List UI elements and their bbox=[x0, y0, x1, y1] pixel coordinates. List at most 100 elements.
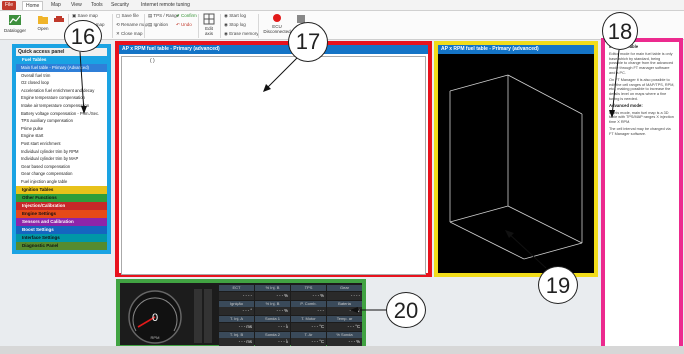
map-editor-panel: AP x RPM fuel table - Primary (advanced)… bbox=[115, 41, 432, 277]
ribbon-toolbar: Datalogger Open ▣ Save map ▣ Rename map … bbox=[0, 11, 684, 40]
sensor-value: - - - V bbox=[327, 307, 362, 315]
category-diagnostic[interactable]: Diagnostic Panel bbox=[16, 241, 107, 250]
datalogger-button[interactable]: Datalogger bbox=[3, 13, 27, 33]
3d-map-view[interactable]: AP x RPM fuel table - Primary (advanced) bbox=[434, 41, 598, 277]
sensor-label: T. Inj. B bbox=[219, 331, 254, 338]
help-paragraph: On FT Manager it is also possible to edi… bbox=[609, 77, 675, 101]
confirm-button[interactable]: ✔ Confirm bbox=[176, 13, 197, 19]
gauge-unit: RPM bbox=[151, 335, 160, 340]
save-file-button[interactable]: ▢ Save file bbox=[116, 13, 139, 19]
bar-meters bbox=[194, 289, 212, 343]
sensor-label: Sonda 1 bbox=[255, 316, 290, 322]
car-icon bbox=[54, 16, 64, 22]
close-button[interactable]: ✕ Close map bbox=[116, 31, 143, 37]
ribbon-separator bbox=[144, 14, 145, 38]
tab-security[interactable]: Security bbox=[108, 1, 132, 10]
3d-view-title: AP x RPM fuel table - Primary (advanced) bbox=[438, 45, 594, 54]
category-interface[interactable]: Interface Settings bbox=[16, 233, 107, 242]
editor-title: AP x RPM fuel table - Primary (advanced) bbox=[119, 45, 428, 54]
callout-16: 16 bbox=[64, 20, 102, 52]
vehicles-button[interactable] bbox=[52, 13, 66, 26]
list-item[interactable]: Post start enrichment bbox=[16, 140, 107, 148]
bar-meter bbox=[194, 289, 202, 343]
list-item[interactable]: Engine temperature compensation bbox=[16, 94, 107, 102]
sensor-label: ECT bbox=[219, 285, 254, 291]
category-boost[interactable]: Boost Settings bbox=[16, 225, 107, 234]
quick-access-panel: Quick access panel Fuel Tables Main fuel… bbox=[12, 44, 111, 254]
sensor-value: - - - % bbox=[255, 291, 290, 300]
tab-file[interactable]: File bbox=[2, 1, 17, 10]
category-other-functions[interactable]: Other Functions bbox=[16, 193, 107, 202]
sensor-label: Temp. ar bbox=[327, 316, 362, 322]
tab-map[interactable]: Map bbox=[48, 1, 64, 10]
tab-remote-tuning[interactable]: Internet remote tuning bbox=[138, 1, 193, 10]
sensor-label: % Sonda bbox=[327, 331, 362, 338]
category-injection[interactable]: Injection/Calibration bbox=[16, 201, 107, 210]
list-item[interactable]: Engine start bbox=[16, 132, 107, 140]
tps-range-button[interactable]: ▤ TPS / Range bbox=[148, 13, 179, 19]
list-item[interactable]: Individual cylinder trim by RPM bbox=[16, 148, 107, 156]
category-fuel-tables[interactable]: Fuel Tables bbox=[16, 56, 107, 64]
list-item[interactable]: Main fuel table - Primary (Advanced) bbox=[16, 64, 107, 72]
category-engine-settings[interactable]: Engine Settings bbox=[16, 209, 107, 218]
ecu-status-dot-icon bbox=[273, 14, 281, 22]
sensor-grid: ECT - - - -% Inj. B- - - % TPS - - - % Gear -… bbox=[219, 285, 362, 347]
tab-view[interactable]: View bbox=[68, 1, 85, 10]
gauge-value: 0 bbox=[152, 312, 158, 324]
sensor-value: - - - % bbox=[327, 338, 362, 346]
sensor-label: T. Motor bbox=[291, 316, 326, 322]
start-log-button[interactable]: ◉ Start log bbox=[224, 13, 246, 19]
axis-line bbox=[523, 242, 583, 260]
sensor-value: - - - ° bbox=[219, 307, 254, 315]
sensor-value: - - - - bbox=[327, 291, 362, 300]
edit-axis-button[interactable]: Edit axis bbox=[201, 13, 217, 36]
ribbon-tabstrip: File Home Map View Tools Security Intern… bbox=[0, 0, 684, 11]
help-paragraph: In this mode, main fuel map is a 3D tabl… bbox=[609, 110, 674, 125]
sensor-label: Ignição bbox=[219, 300, 254, 307]
list-item[interactable]: Individual cylinder trim by MAP bbox=[16, 155, 107, 163]
tab-tools[interactable]: Tools bbox=[88, 1, 106, 10]
sensor-value: - - - % bbox=[291, 291, 326, 300]
ecu-status-button[interactable]: ECU Disconnected bbox=[262, 13, 292, 34]
callout-19: 19 bbox=[538, 266, 578, 304]
ft-manager-window: File Home Map View Tools Security Intern… bbox=[0, 0, 684, 354]
list-item[interactable]: Acceleration fuel enrichment and decay bbox=[16, 87, 107, 95]
map-table-area[interactable]: ( ) bbox=[121, 56, 426, 275]
tab-home[interactable]: Home bbox=[22, 1, 44, 10]
axis-line bbox=[449, 74, 509, 92]
list-item[interactable]: TPS auxiliary compensation bbox=[16, 117, 107, 125]
list-item[interactable]: O2 closed loop bbox=[16, 79, 107, 87]
sensor-label: TPS bbox=[291, 285, 326, 291]
sensor-value: - - - °C bbox=[291, 322, 326, 331]
sensor-value: - - - λ bbox=[255, 322, 290, 331]
ignition-button[interactable]: ▤ Ignition bbox=[148, 22, 168, 28]
sensor-label: T. Ar bbox=[291, 331, 326, 338]
save-map-button[interactable]: ▣ Save map bbox=[72, 13, 98, 19]
category-sensors[interactable]: Sensors and Calibration bbox=[16, 217, 107, 226]
sensor-value: - - - ms bbox=[219, 322, 254, 331]
open-button[interactable]: Open bbox=[36, 13, 50, 31]
sensor-value: - - - λ bbox=[255, 338, 290, 346]
list-item[interactable]: Intake air temperature compensation bbox=[16, 102, 107, 110]
list-item[interactable]: Battery voltage compensation - Prim./Sec… bbox=[16, 110, 107, 118]
list-item[interactable]: Overall fuel trim bbox=[16, 72, 107, 80]
list-item[interactable]: Gear based compensation bbox=[16, 163, 107, 171]
erase-memory-button[interactable]: ◉ Erase memory bbox=[224, 31, 258, 37]
ribbon-separator bbox=[258, 14, 259, 38]
rpm-gauge: 0 RPM bbox=[128, 290, 182, 344]
3d-grid bbox=[449, 74, 583, 260]
list-item[interactable]: Fuel injection angle table bbox=[16, 178, 107, 186]
axis-line bbox=[507, 74, 583, 115]
axis-line bbox=[449, 221, 525, 260]
category-ignition-tables[interactable]: Ignition Tables bbox=[16, 185, 107, 194]
sensor-label: Gear bbox=[327, 285, 362, 291]
list-item[interactable]: Gear change compensation bbox=[16, 170, 107, 178]
stop-log-button[interactable]: ◉ Stop log bbox=[224, 22, 246, 28]
status-strip bbox=[0, 346, 684, 354]
axis-line bbox=[507, 205, 583, 244]
list-item[interactable]: Prime pulse bbox=[16, 125, 107, 133]
sensor-value: - - - °C bbox=[327, 322, 362, 331]
undo-button[interactable]: ↶ Undo bbox=[176, 22, 192, 28]
dashboard-panel: 0 RPM ECT - - - -% Inj. B- - - % TPS - - - … bbox=[116, 279, 366, 349]
sensor-label: P. Comb. bbox=[291, 300, 326, 307]
